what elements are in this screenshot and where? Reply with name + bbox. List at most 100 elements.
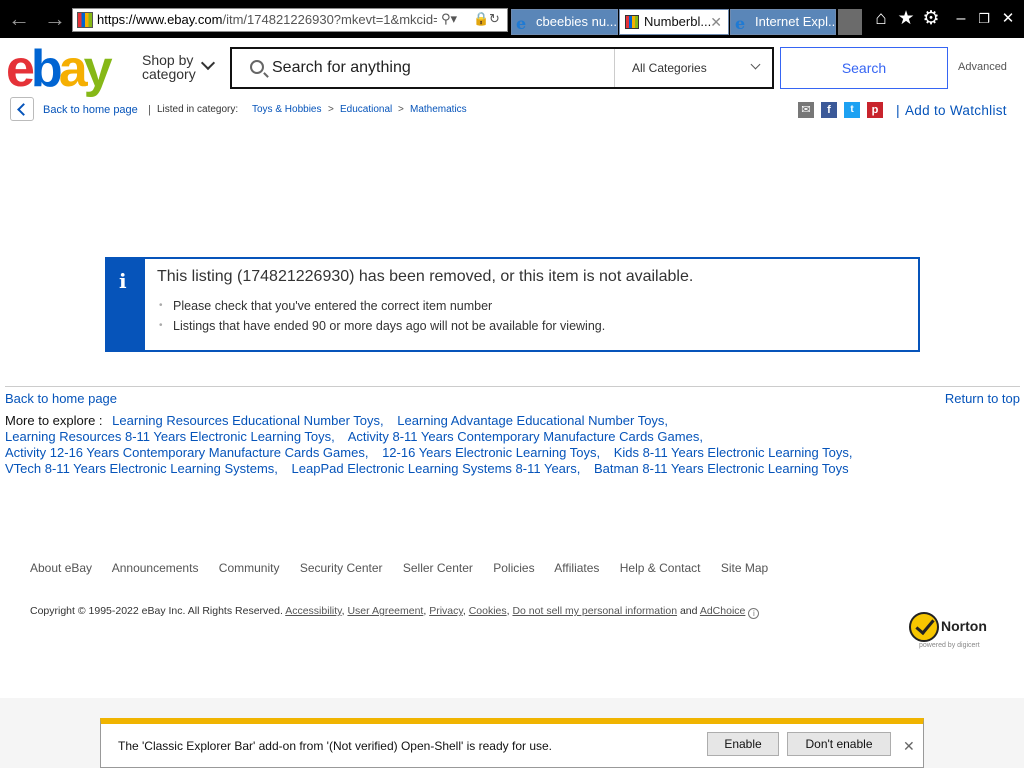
message-bullet-text: Listings that have ended 90 or more days… bbox=[173, 319, 606, 333]
tab-numberblocks[interactable]: Numberbl... ✕ bbox=[619, 9, 729, 35]
explore-link[interactable]: Learning Advantage Educational Number To… bbox=[397, 413, 668, 428]
search-dropdown-icon[interactable]: ⚲▾ bbox=[441, 11, 457, 27]
address-url: https://www.ebay.com/itm/174821226930?mk… bbox=[97, 12, 437, 27]
listing-removed-message: i This listing (174821226930) has been r… bbox=[105, 257, 920, 352]
minimize-icon[interactable]: – bbox=[950, 8, 972, 30]
info-icon: i bbox=[119, 269, 127, 293]
gear-icon[interactable]: ⚙ bbox=[920, 8, 942, 30]
category-select-value: All Categories bbox=[632, 61, 707, 75]
message-bullet: Please check that you've entered the cor… bbox=[159, 299, 492, 313]
new-tab-button[interactable] bbox=[838, 9, 862, 35]
norton-powered-by: powered by digicert bbox=[919, 642, 980, 649]
forward-arrow-icon[interactable]: → bbox=[42, 7, 68, 33]
back-to-home-link[interactable]: Back to home page bbox=[5, 391, 117, 406]
explore-link[interactable]: Learning Resources Educational Number To… bbox=[112, 413, 383, 428]
dont-enable-button[interactable]: Don't enable bbox=[787, 732, 891, 756]
tab-label: cbeebies nu... bbox=[536, 14, 617, 29]
breadcrumb-arrow: > bbox=[398, 104, 404, 115]
shop-by-category-button[interactable]: Shop by category bbox=[142, 53, 196, 81]
chevron-down-icon[interactable] bbox=[200, 55, 216, 71]
explore-link[interactable]: 12-16 Years Electronic Learning Toys, bbox=[382, 445, 600, 460]
crumb-separator: | bbox=[148, 104, 151, 116]
lock-icon[interactable]: 🔒 bbox=[473, 11, 489, 27]
footer-links: About eBay Announcements Community Secur… bbox=[30, 561, 785, 575]
browser-chrome: ← → https://www.ebay.com/itm/17482122693… bbox=[0, 0, 1024, 38]
info-sidebar: i bbox=[107, 259, 145, 350]
address-bar[interactable]: https://www.ebay.com/itm/174821226930?mk… bbox=[72, 8, 508, 32]
adchoice-icon[interactable]: i bbox=[748, 608, 760, 619]
logo-letter: e bbox=[6, 40, 35, 98]
footer-link-announcements[interactable]: Announcements bbox=[112, 561, 199, 575]
favorites-star-icon[interactable]: ★ bbox=[895, 8, 917, 30]
copyright-text: Copyright © 1995-2022 eBay Inc. All Righ… bbox=[30, 605, 283, 617]
close-icon[interactable]: ✕ bbox=[903, 738, 915, 755]
breadcrumb-educational[interactable]: Educational bbox=[340, 104, 392, 115]
do-not-sell-link[interactable]: Do not sell my personal information bbox=[512, 605, 677, 617]
cookies-link[interactable]: Cookies bbox=[469, 605, 507, 617]
divider bbox=[5, 386, 1020, 387]
watchlist-separator: | bbox=[896, 102, 900, 118]
url-host: https://www.ebay.com bbox=[97, 12, 223, 27]
accessibility-link[interactable]: Accessibility bbox=[285, 605, 341, 617]
home-icon[interactable]: ⌂ bbox=[870, 8, 892, 30]
facebook-share-icon[interactable]: f bbox=[821, 102, 837, 118]
search-button[interactable]: Search bbox=[780, 47, 948, 89]
more-to-explore-label: More to explore : bbox=[5, 413, 103, 428]
url-path: /itm/174821226930?mkevt=1&mkcid=1& bbox=[222, 12, 437, 27]
add-to-watchlist-link[interactable]: Add to Watchlist bbox=[905, 103, 1007, 118]
restore-icon[interactable]: ❐ bbox=[973, 8, 995, 30]
category-select[interactable]: All Categories bbox=[614, 49, 774, 87]
refresh-icon[interactable]: ↻ bbox=[489, 11, 500, 27]
twitter-share-icon[interactable]: t bbox=[844, 102, 860, 118]
footer-link-about[interactable]: About eBay bbox=[30, 561, 92, 575]
explore-link[interactable]: Learning Resources 8-11 Years Electronic… bbox=[5, 429, 335, 444]
footer-link-help-contact[interactable]: Help & Contact bbox=[620, 561, 701, 575]
back-chevron-button[interactable] bbox=[10, 97, 34, 121]
and-text: and bbox=[679, 605, 698, 617]
window-close-icon[interactable]: ✕ bbox=[997, 8, 1019, 30]
email-share-icon[interactable]: ✉ bbox=[798, 102, 814, 118]
explore-link[interactable]: Batman 8-11 Years Electronic Learning To… bbox=[594, 461, 849, 476]
enable-button[interactable]: Enable bbox=[707, 732, 779, 756]
search-box: All Categories bbox=[230, 47, 774, 89]
tab-cbeebies[interactable]: e cbeebies nu... bbox=[511, 9, 618, 35]
ebay-logo[interactable]: ebay bbox=[6, 40, 113, 98]
explore-link[interactable]: Activity 12-16 Years Contemporary Manufa… bbox=[5, 445, 368, 460]
user-agreement-link[interactable]: User Agreement bbox=[347, 605, 423, 617]
addon-notification-bar: The 'Classic Explorer Bar' add-on from '… bbox=[100, 718, 924, 768]
notification-text: The 'Classic Explorer Bar' add-on from '… bbox=[118, 739, 552, 753]
search-input[interactable] bbox=[272, 55, 602, 81]
footer-link-affiliates[interactable]: Affiliates bbox=[554, 561, 599, 575]
back-to-home-link[interactable]: Back to home page bbox=[43, 104, 138, 116]
chevron-down-icon bbox=[750, 59, 761, 70]
advanced-search-link[interactable]: Advanced bbox=[958, 61, 1007, 73]
logo-letter: b bbox=[30, 40, 63, 98]
logo-letter: y bbox=[83, 40, 113, 98]
privacy-link[interactable]: Privacy bbox=[429, 605, 463, 617]
norton-seal[interactable]: Norton powered by digicert bbox=[907, 610, 991, 650]
footer-link-site-map[interactable]: Site Map bbox=[721, 561, 768, 575]
footer-link-community[interactable]: Community bbox=[219, 561, 280, 575]
breadcrumb-mathematics[interactable]: Mathematics bbox=[410, 104, 467, 115]
more-to-explore: More to explore : Learning Resources Edu… bbox=[5, 413, 1015, 477]
adchoice-link[interactable]: AdChoice bbox=[700, 605, 746, 617]
message-title: This listing (174821226930) has been rem… bbox=[157, 268, 694, 285]
footer-link-seller-center[interactable]: Seller Center bbox=[403, 561, 473, 575]
listed-in-label: Listed in category: bbox=[157, 104, 239, 115]
shop-by-label: Shop by bbox=[142, 52, 194, 68]
tab-internet-explorer[interactable]: e Internet Expl... bbox=[730, 9, 836, 35]
explore-link[interactable]: LeapPad Electronic Learning Systems 8-11… bbox=[292, 461, 581, 476]
back-arrow-icon[interactable]: ← bbox=[6, 7, 32, 33]
footer bbox=[0, 508, 1024, 698]
explore-link[interactable]: VTech 8-11 Years Electronic Learning Sys… bbox=[5, 461, 278, 476]
breadcrumb-toys-hobbies[interactable]: Toys & Hobbies bbox=[252, 104, 321, 115]
footer-link-security-center[interactable]: Security Center bbox=[300, 561, 383, 575]
footer-link-policies[interactable]: Policies bbox=[493, 561, 534, 575]
tab-label: Internet Expl... bbox=[755, 14, 836, 29]
site-favicon-icon bbox=[625, 15, 639, 29]
explore-link[interactable]: Kids 8-11 Years Electronic Learning Toys… bbox=[614, 445, 853, 460]
pinterest-share-icon[interactable]: p bbox=[867, 102, 883, 118]
explore-link[interactable]: Activity 8-11 Years Contemporary Manufac… bbox=[348, 429, 703, 444]
return-to-top-link[interactable]: Return to top bbox=[945, 391, 1020, 406]
tab-close-icon[interactable]: ✕ bbox=[710, 10, 722, 34]
